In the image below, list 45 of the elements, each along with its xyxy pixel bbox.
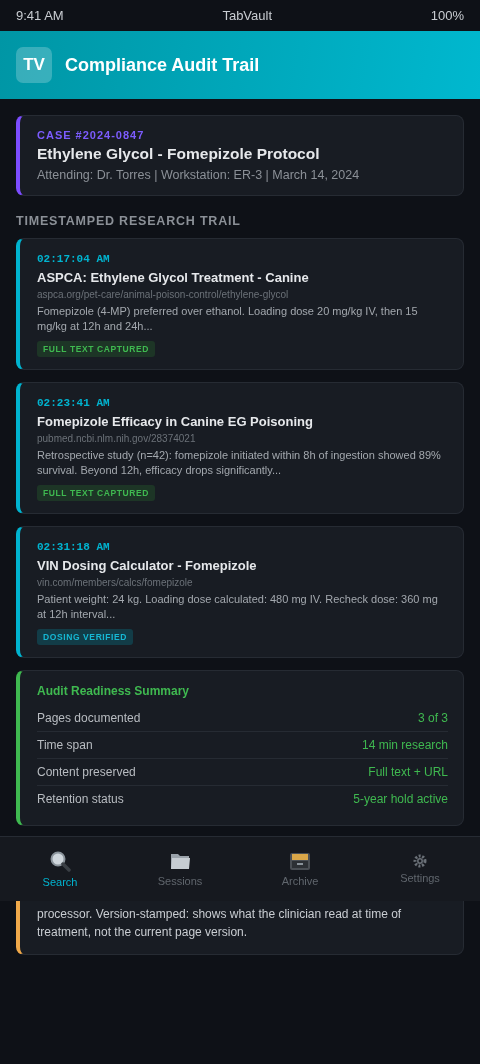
summary-value: 5-year hold active — [353, 792, 448, 806]
research-entry-card[interactable] — [16, 382, 464, 514]
status-time: 9:41 AM — [16, 8, 64, 23]
status-badge: DOSING VERIFIED — [37, 629, 134, 645]
section-heading: TIMESTAMPED RESEARCH TRAIL — [16, 214, 242, 228]
nav-tab[interactable]: Archive — [240, 837, 360, 901]
summary-label: Content preserved — [37, 765, 136, 779]
folder-icon — [169, 851, 191, 871]
summary-title: Audit Readiness Summary — [37, 684, 190, 698]
entry-title: VIN Dosing Calculator - Fomepizole — [37, 558, 257, 573]
note-text: processor. Version-stamped: shows what the clinician read at time of treatment, not the current page version. — [37, 906, 403, 941]
file-cabinet-icon — [289, 851, 311, 871]
app-logo: TV — [16, 47, 52, 83]
app-name: TabVault — [222, 8, 273, 23]
nav-tab[interactable]: Settings — [360, 837, 480, 901]
nav-tab[interactable]: Search — [0, 837, 120, 901]
research-entry-card[interactable]: 02:31:18 AM VIN Dosing Calculator - Fomepizole vin.com/members/calcs/fomepizole Patient weight: 24 kg. Loading dose calculated: 480 mg IV. Recheck dose: 360 mg at 12h interval... DOSING VERIFIED — [16, 526, 464, 658]
entry-excerpt: Patient weight: 24 kg. Loading dose calculated: 480 mg IV. Recheck dose: 360 mg at 12h interval... — [37, 592, 439, 622]
entry-excerpt: Fomepizole (4-MP) preferred over ethanol. Loading dose 20 mg/kg IV, then 15 mg/kg at 12h and 24h... — [37, 304, 419, 334]
research-entry-card[interactable] — [16, 238, 464, 370]
summary-label: Pages documented — [37, 711, 141, 725]
page-title: Compliance Audit Trail — [65, 54, 260, 76]
case-number: CASE #2024-0847 — [37, 129, 145, 141]
summary-value: 14 min research — [361, 738, 448, 752]
summary-label: Time span — [37, 738, 93, 752]
search-icon — [49, 850, 71, 872]
summary-value: Full text + URL — [368, 765, 448, 779]
timestamp: 02:31:18 AM — [37, 541, 110, 553]
status-badge: FULL TEXT CAPTURED — [37, 485, 156, 501]
timestamp: 02:17:04 AM — [37, 253, 110, 265]
entry-title: ASPCA: Ethylene Glycol Treatment - Canine — [37, 270, 309, 285]
entry-excerpt: Retrospective study (n=42): fomepizole initiated within 8h of ingestion showed 89% survival. Beyond 12h, efficacy drops significantly... — [37, 448, 442, 478]
entry-url: aspca.org/pet-care/animal-poison-control/ethylene-glycol — [37, 289, 289, 300]
entry-title: Fomepizole Efficacy in Canine EG Poisoning — [37, 414, 313, 429]
entry-url: vin.com/members/calcs/fomepizole — [37, 577, 193, 588]
timestamp: 02:23:41 AM — [37, 397, 110, 409]
battery-level: 100% — [430, 8, 464, 23]
settings-icon — [413, 854, 427, 868]
nav-tab[interactable]: Sessions — [120, 837, 240, 901]
summary-value: 3 of 3 — [417, 711, 448, 725]
summary-label: Retention status — [37, 792, 124, 806]
entry-url: pubmed.ncbi.nlm.nih.gov/28374021 — [37, 433, 196, 444]
status-badge: FULL TEXT CAPTURED — [37, 341, 156, 357]
case-details: Attending: Dr. Torres | Workstation: ER-3 | March 14, 2024 — [37, 168, 360, 182]
case-title: Ethylene Glycol - Fomepizole Protocol — [37, 145, 320, 163]
